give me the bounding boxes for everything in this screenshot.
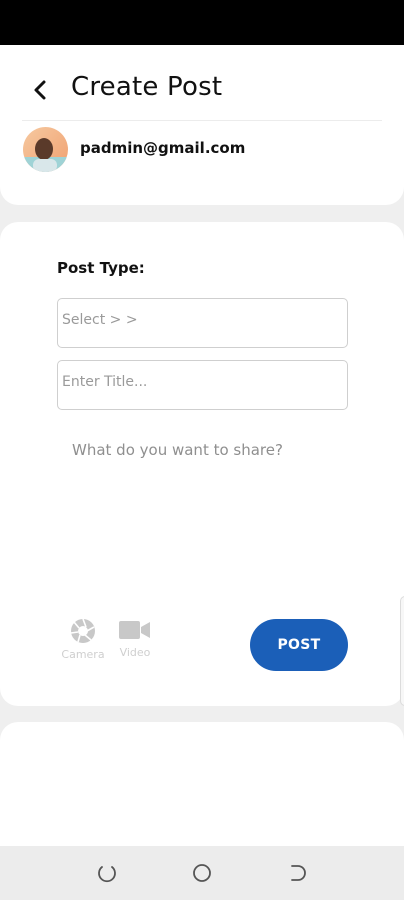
page-title: Create Post — [71, 72, 223, 102]
title-input[interactable]: Enter Title... — [57, 360, 348, 410]
camera-label: Camera — [61, 648, 105, 661]
post-type-select-placeholder: Select > > — [62, 312, 138, 328]
bottom-card — [0, 722, 404, 846]
avatar[interactable] — [23, 127, 68, 172]
create-post-form: Post Type: Select > > Enter Title... Wha… — [0, 222, 404, 706]
back-button[interactable] — [26, 75, 56, 105]
post-type-label: Post Type: — [57, 259, 145, 277]
back-icon — [290, 865, 306, 881]
home-circle-icon — [193, 864, 211, 882]
title-input-placeholder: Enter Title... — [62, 374, 148, 390]
post-button[interactable]: POST — [250, 619, 348, 671]
video-camera-icon — [119, 621, 150, 639]
nav-back-button[interactable] — [277, 853, 317, 893]
nav-home-button[interactable] — [182, 853, 222, 893]
nav-recents-button[interactable] — [87, 853, 127, 893]
header-card: Create Post padmin@gmail.com — [0, 45, 404, 205]
chevron-left-icon — [34, 80, 46, 100]
recents-icon — [98, 866, 117, 883]
user-email: padmin@gmail.com — [80, 139, 246, 157]
post-type-select[interactable]: Select > > — [57, 298, 348, 348]
video-label: Video — [119, 646, 151, 659]
status-bar — [0, 0, 404, 45]
header-divider — [22, 120, 382, 121]
system-nav-bar — [0, 846, 404, 900]
post-content-input[interactable]: What do you want to share? — [72, 441, 283, 459]
camera-button[interactable]: Camera — [55, 618, 111, 668]
side-drawer-handle[interactable] — [400, 596, 404, 706]
video-button[interactable]: Video — [107, 618, 163, 668]
camera-aperture-icon — [70, 618, 95, 643]
